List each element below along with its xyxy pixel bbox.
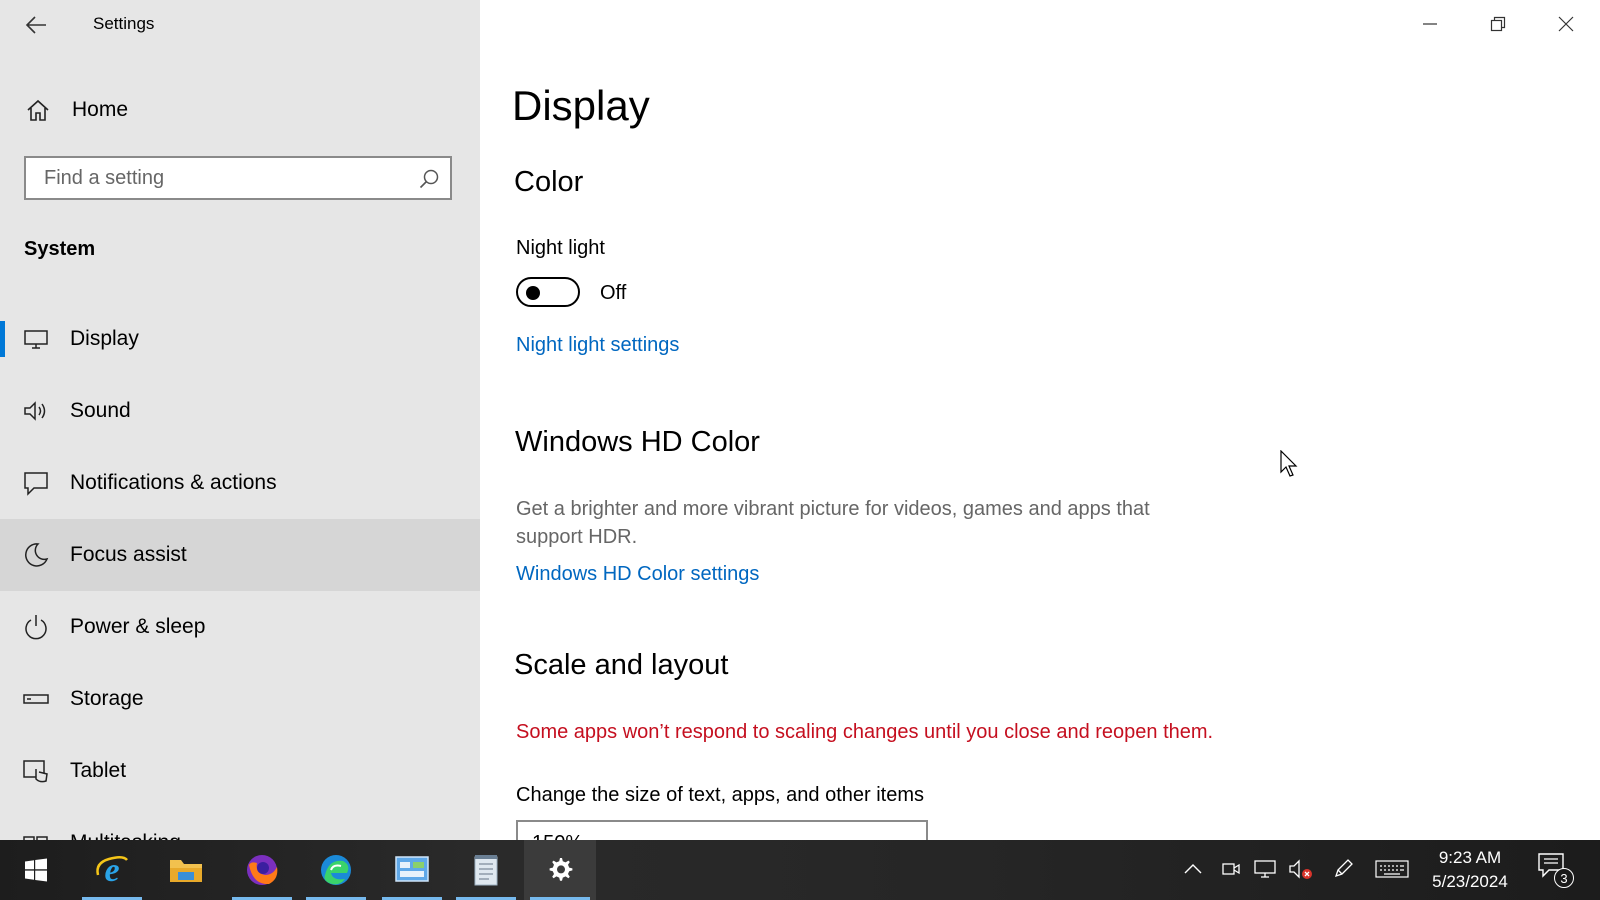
internet-explorer-icon: e (96, 852, 128, 889)
pen-icon (1334, 859, 1353, 878)
sidebar-item-sound[interactable]: Sound (0, 375, 480, 447)
chevron-up-icon (1184, 864, 1202, 874)
text-size-label: Change the size of text, apps, and other… (516, 784, 925, 806)
tray-volume[interactable] (1288, 856, 1314, 882)
tray-meet-now[interactable] (1218, 856, 1244, 882)
edge-icon (321, 855, 351, 885)
sidebar-item-label: Display (70, 327, 139, 350)
night-light-toggle[interactable] (516, 277, 580, 307)
taskbar-settings[interactable] (524, 840, 596, 900)
sidebar-item-power-sleep[interactable]: Power & sleep (0, 591, 480, 663)
sidebar-item-tablet[interactable]: Tablet (0, 735, 480, 807)
sidebar-item-label: Notifications & actions (70, 471, 277, 494)
sidebar-item-focus-assist[interactable]: Focus assist (0, 519, 480, 591)
tablet-icon (22, 757, 50, 785)
app-title: Settings (93, 14, 155, 33)
notification-icon (22, 469, 50, 497)
hd-color-settings-link[interactable]: Windows HD Color settings (516, 563, 759, 586)
taskbar-clock[interactable]: 9:23 AM 5/23/2024 (1410, 846, 1530, 894)
sidebar-item-label: Storage (70, 687, 144, 710)
sidebar-item-multitasking[interactable]: Multitasking (0, 807, 480, 840)
page-title: Display (512, 82, 650, 129)
section-label-system: System (24, 238, 96, 260)
taskbar-firefox[interactable] (226, 840, 298, 900)
windows-logo-icon (25, 858, 47, 882)
sidebar-item-storage[interactable]: Storage (0, 663, 480, 735)
search-icon[interactable] (418, 168, 440, 190)
active-indicator (0, 321, 5, 357)
firefox-icon (247, 855, 278, 885)
speaker-icon (22, 397, 50, 425)
sidebar-item-label: Multitasking (70, 831, 181, 840)
multitasking-icon (22, 829, 50, 840)
speaker-muted-icon (1289, 859, 1312, 879)
monitor-icon (22, 325, 50, 353)
moon-icon (22, 541, 50, 569)
taskbar-file-explorer[interactable] (150, 840, 222, 900)
night-light-label: Night light (516, 237, 605, 259)
storage-icon (22, 685, 50, 713)
scale-dropdown-value: 150% (532, 832, 583, 840)
sidebar-item-display[interactable]: Display (0, 303, 480, 375)
color-heading: Color (514, 166, 584, 198)
tray-network[interactable] (1252, 856, 1278, 882)
action-center-button[interactable]: 3 (1536, 850, 1576, 890)
display-settings-page: Display Color Night light Off Night ligh… (480, 0, 1600, 840)
back-button[interactable] (20, 10, 52, 40)
home-nav-item[interactable]: Home (0, 88, 480, 132)
keyboard-icon (1375, 860, 1409, 878)
taskbar-internet-explorer[interactable]: e (76, 840, 148, 900)
hd-color-description: Get a brighter and more vibrant picture … (516, 498, 1150, 548)
clock-date: 5/23/2024 (1432, 872, 1508, 891)
scaling-warning: Some apps won’t respond to scaling chang… (516, 721, 1214, 743)
sidebar-item-label: Tablet (70, 759, 127, 782)
power-icon (22, 613, 50, 641)
sidebar-item-notifications[interactable]: Notifications & actions (0, 447, 480, 519)
start-button[interactable] (0, 840, 72, 900)
sidebar-item-label: Sound (70, 399, 131, 422)
mouse-cursor-icon (1280, 450, 1298, 477)
camera-icon (1222, 863, 1240, 875)
night-light-settings-link[interactable]: Night light settings (516, 334, 679, 357)
notepad-icon (474, 855, 498, 886)
hd-color-heading: Windows HD Color (515, 426, 760, 458)
scale-layout-heading: Scale and layout (514, 649, 729, 681)
network-icon (1254, 860, 1276, 878)
settings-search-input[interactable] (42, 165, 416, 191)
back-arrow-icon (25, 16, 46, 34)
sidebar-item-label: Power & sleep (70, 615, 206, 638)
settings-sidebar: Settings Home System Display Soun (0, 0, 480, 840)
night-light-state: Off (600, 282, 627, 304)
toggle-knob (526, 286, 540, 300)
home-label: Home (72, 98, 129, 121)
taskbar-edge[interactable] (300, 840, 372, 900)
sidebar-item-label: Focus assist (70, 543, 187, 566)
tray-pen-workspace[interactable] (1330, 856, 1356, 882)
settings-search-box[interactable] (24, 156, 452, 200)
taskbar: e 9:23 AM 5/23/2024 3 (0, 840, 1600, 900)
notification-count-badge: 3 (1554, 868, 1574, 888)
tray-touch-keyboard[interactable] (1374, 856, 1410, 882)
control-panel-icon (395, 856, 429, 882)
show-hidden-icons-button[interactable] (1180, 856, 1206, 882)
gear-icon (549, 858, 573, 881)
settings-nav-list: Display Sound Notifications & actions Fo… (0, 303, 480, 840)
home-icon (24, 96, 52, 124)
taskbar-control-panel[interactable] (376, 840, 448, 900)
folder-icon (170, 860, 202, 882)
scale-dropdown[interactable]: 150% (516, 820, 928, 840)
taskbar-notepad[interactable] (450, 840, 522, 900)
clock-time: 9:23 AM (1438, 848, 1502, 867)
